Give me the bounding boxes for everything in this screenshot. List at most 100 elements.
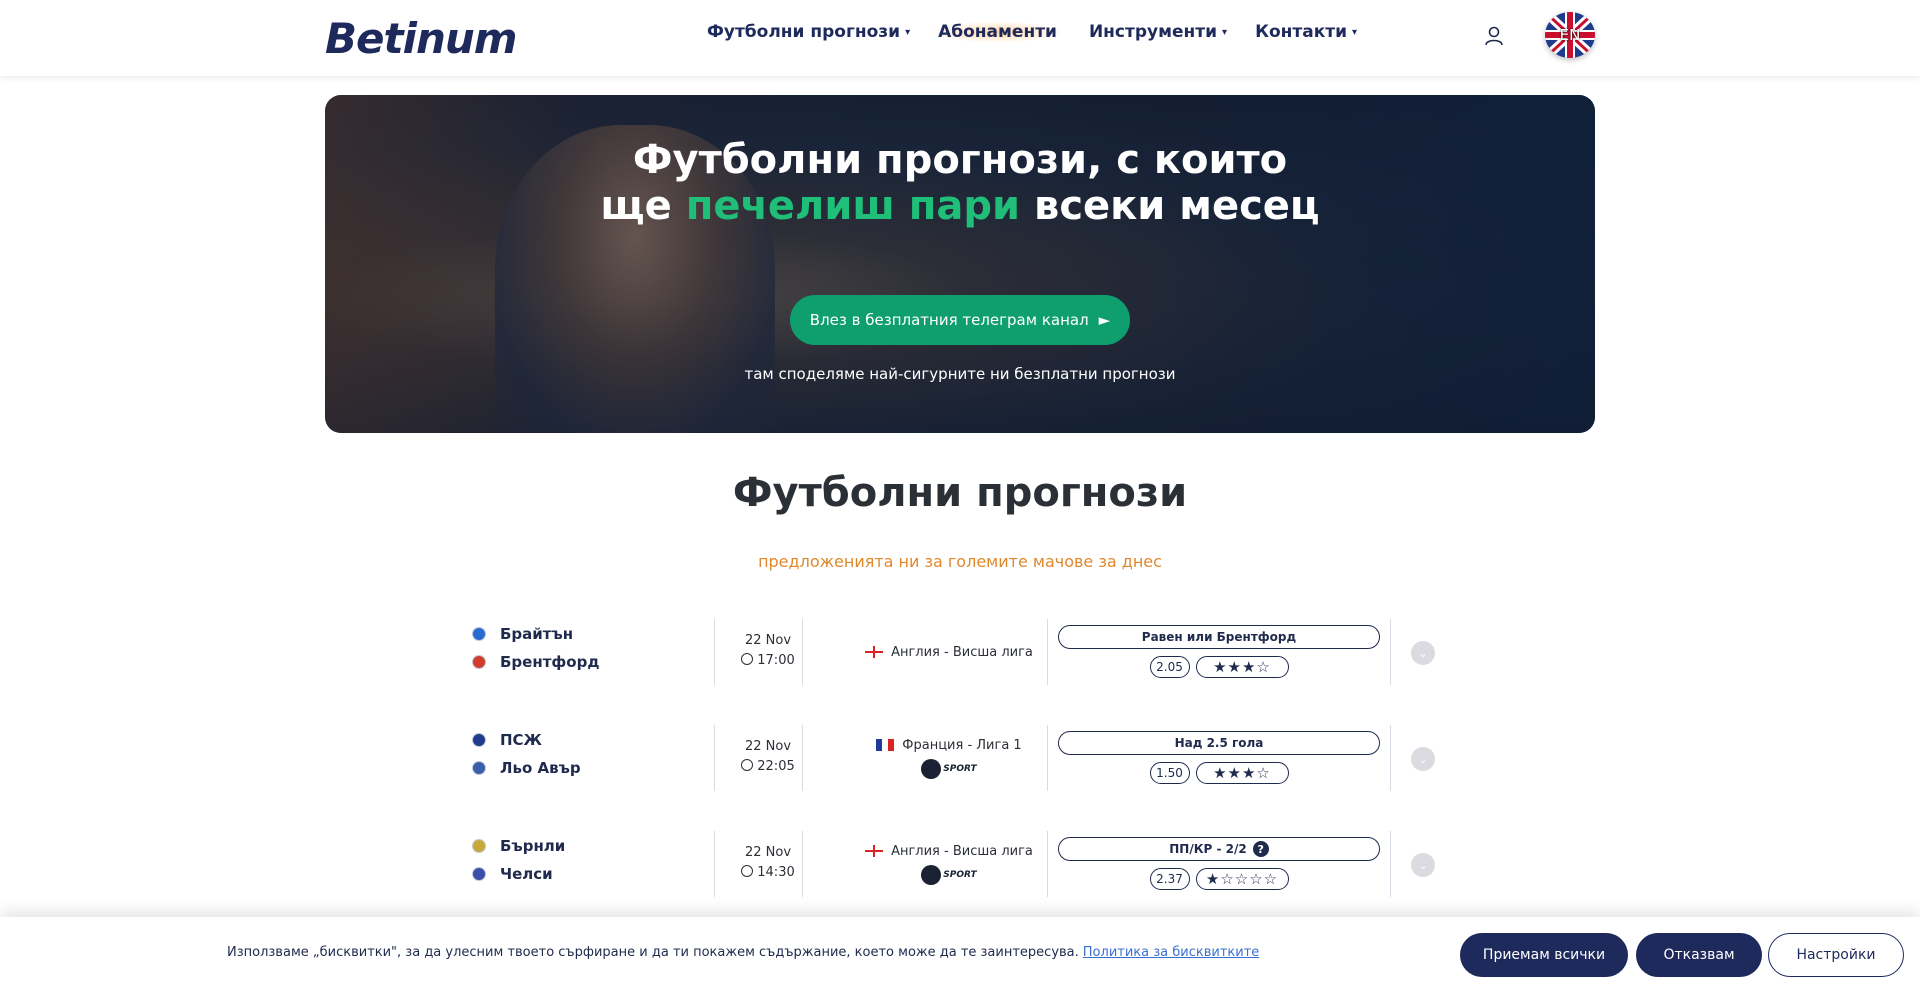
team-crest-icon — [472, 627, 486, 641]
expand-chevron-icon[interactable]: ⌄ — [1411, 853, 1435, 877]
divider — [1047, 725, 1048, 791]
confidence-stars: ★★★☆ — [1195, 656, 1289, 678]
match-row[interactable]: ПСЖ Льо Авър 22 Nov 22:05 Франция - Лига… — [462, 725, 1462, 791]
tv-channel: SPORT — [921, 758, 977, 779]
nav-item-label: Инструменти — [1088, 22, 1218, 42]
cookie-policy-link[interactable]: Политика за бисквитките — [1083, 945, 1260, 960]
prediction-meta: 1.50 ★★★☆ — [1058, 762, 1380, 784]
match-datetime: 22 Nov 14:30 — [724, 843, 812, 883]
tv-logo-icon — [921, 758, 942, 779]
away-team-name: Брентфорд — [500, 653, 600, 671]
tv-logo-icon — [921, 864, 942, 885]
prediction-text: ПП/КР - 2/2 — [1169, 842, 1247, 856]
nav-item-football-predictions[interactable]: Футболни прогнози ▾ — [707, 22, 910, 42]
nav-item-subscriptions[interactable]: Абонаменти — [934, 22, 1061, 42]
nav-item-label: Контакти — [1255, 22, 1348, 42]
match-datetime: 22 Nov 22:05 — [724, 737, 812, 777]
home-team: Бърнли — [472, 833, 712, 859]
hero-title-text: всеки месец — [1020, 183, 1320, 229]
chevron-down-icon: ▾ — [1352, 26, 1358, 38]
telegram-button-label: Влез в безплатния телеграм канал — [809, 311, 1089, 329]
home-team-name: ПСЖ — [500, 731, 542, 749]
prediction-label[interactable]: Равен или Брентфорд — [1058, 625, 1380, 649]
prediction: Равен или Брентфорд 2.05 ★★★☆ — [1058, 619, 1380, 685]
divider — [802, 831, 803, 897]
divider — [1390, 725, 1391, 791]
clock-icon — [741, 759, 754, 771]
away-team-name: Челси — [500, 865, 553, 883]
nav-item-contacts[interactable]: Контакти ▾ — [1255, 22, 1357, 42]
confidence-stars: ★★★☆ — [1195, 762, 1289, 784]
cookie-text: Използваме „бисквитки", за да улесним тв… — [227, 945, 1259, 960]
tv-channel: SPORT — [921, 864, 977, 885]
nav-item-label: Абонаменти — [938, 22, 1057, 42]
team-crest-icon — [472, 761, 486, 775]
league-name: Англия - Висша лига — [891, 843, 1033, 859]
divider — [714, 619, 715, 685]
accept-all-button[interactable]: Приемам всички — [1460, 933, 1628, 977]
match-row[interactable]: Брайтън Брентфорд 22 Nov 17:00 Англия - … — [462, 619, 1462, 685]
divider — [1047, 619, 1048, 685]
help-icon[interactable]: ? — [1252, 841, 1269, 857]
league-name: Англия - Висша лига — [891, 644, 1033, 660]
match-time: 14:30 — [757, 865, 795, 880]
prediction: ПП/КР - 2/2? 2.37 ★☆☆☆☆ — [1058, 831, 1380, 897]
chevron-down-icon: ▾ — [905, 26, 911, 38]
clock-icon — [741, 865, 754, 877]
league-row: Англия - Висша лига — [865, 844, 1033, 859]
match-time-row: 22:05 — [724, 757, 812, 777]
site-header: Betinum Футболни прогнози ▾ Абонаменти И… — [0, 0, 1920, 76]
league-name: Франция - Лига 1 — [902, 737, 1022, 753]
hero-subtitle: там споделяме най-сигурните ни безплатни… — [744, 365, 1176, 383]
reject-button[interactable]: Отказвам — [1636, 933, 1762, 977]
match-teams: ПСЖ Льо Авър — [472, 725, 712, 791]
prediction-meta: 2.05 ★★★☆ — [1058, 656, 1380, 678]
league-row: Англия - Висша лига — [865, 645, 1033, 660]
france-flag-icon — [876, 739, 895, 751]
user-icon[interactable] — [1483, 24, 1505, 48]
hero-title-line2: ще печелиш пари всеки месец — [325, 183, 1595, 229]
expand-chevron-icon[interactable]: ⌄ — [1411, 641, 1435, 665]
nav-item-tools[interactable]: Инструменти ▾ — [1089, 22, 1227, 42]
language-label: EN — [1559, 26, 1581, 44]
home-team: ПСЖ — [472, 727, 712, 753]
odds-badge: 2.37 — [1149, 868, 1190, 890]
confidence-stars: ★☆☆☆☆ — [1195, 868, 1289, 890]
divider — [714, 725, 715, 791]
telegram-channel-button[interactable]: Влез в безплатния телеграм канал ► — [790, 295, 1130, 345]
away-team: Челси — [472, 861, 712, 887]
prediction-text: Равен или Брентфорд — [1141, 630, 1297, 644]
england-flag-icon — [865, 845, 884, 857]
prediction-label[interactable]: ПП/КР - 2/2? — [1058, 837, 1380, 861]
divider — [714, 831, 715, 897]
prediction-meta: 2.37 ★☆☆☆☆ — [1058, 868, 1380, 890]
odds-badge: 2.05 — [1149, 656, 1190, 678]
divider — [1390, 831, 1391, 897]
language-switcher[interactable]: EN — [1545, 12, 1595, 58]
divider — [1047, 831, 1048, 897]
team-crest-icon — [472, 733, 486, 747]
section-subtitle: предложенията ни за големите мачове за д… — [758, 552, 1162, 571]
home-team: Брайтън — [472, 621, 712, 647]
site-logo[interactable]: Betinum — [325, 14, 518, 63]
match-time-row: 14:30 — [724, 863, 812, 883]
match-time-row: 17:00 — [724, 651, 812, 671]
match-time: 22:05 — [757, 759, 795, 774]
divider — [1390, 619, 1391, 685]
main-nav: Футболни прогнози ▾ Абонаменти Инструмен… — [707, 22, 1385, 42]
match-teams: Брайтън Брентфорд — [472, 619, 712, 685]
team-crest-icon — [472, 655, 486, 669]
clock-icon — [741, 653, 754, 665]
team-crest-icon — [472, 867, 486, 881]
expand-chevron-icon[interactable]: ⌄ — [1411, 747, 1435, 771]
match-row[interactable]: Бърнли Челси 22 Nov 14:30 Англия - Висша… — [462, 831, 1462, 897]
cookie-settings-button[interactable]: Настройки — [1768, 933, 1904, 977]
match-time: 17:00 — [757, 653, 795, 668]
prediction: Над 2.5 гола 1.50 ★★★☆ — [1058, 725, 1380, 791]
prediction-label[interactable]: Над 2.5 гола — [1058, 731, 1380, 755]
away-team-name: Льо Авър — [500, 759, 581, 777]
odds-badge: 1.50 — [1149, 762, 1190, 784]
cookie-banner: Използваме „бисквитки", за да улесним тв… — [0, 917, 1920, 993]
tv-channel-label: SPORT — [943, 763, 977, 774]
tv-channel-label: SPORT — [943, 869, 977, 880]
